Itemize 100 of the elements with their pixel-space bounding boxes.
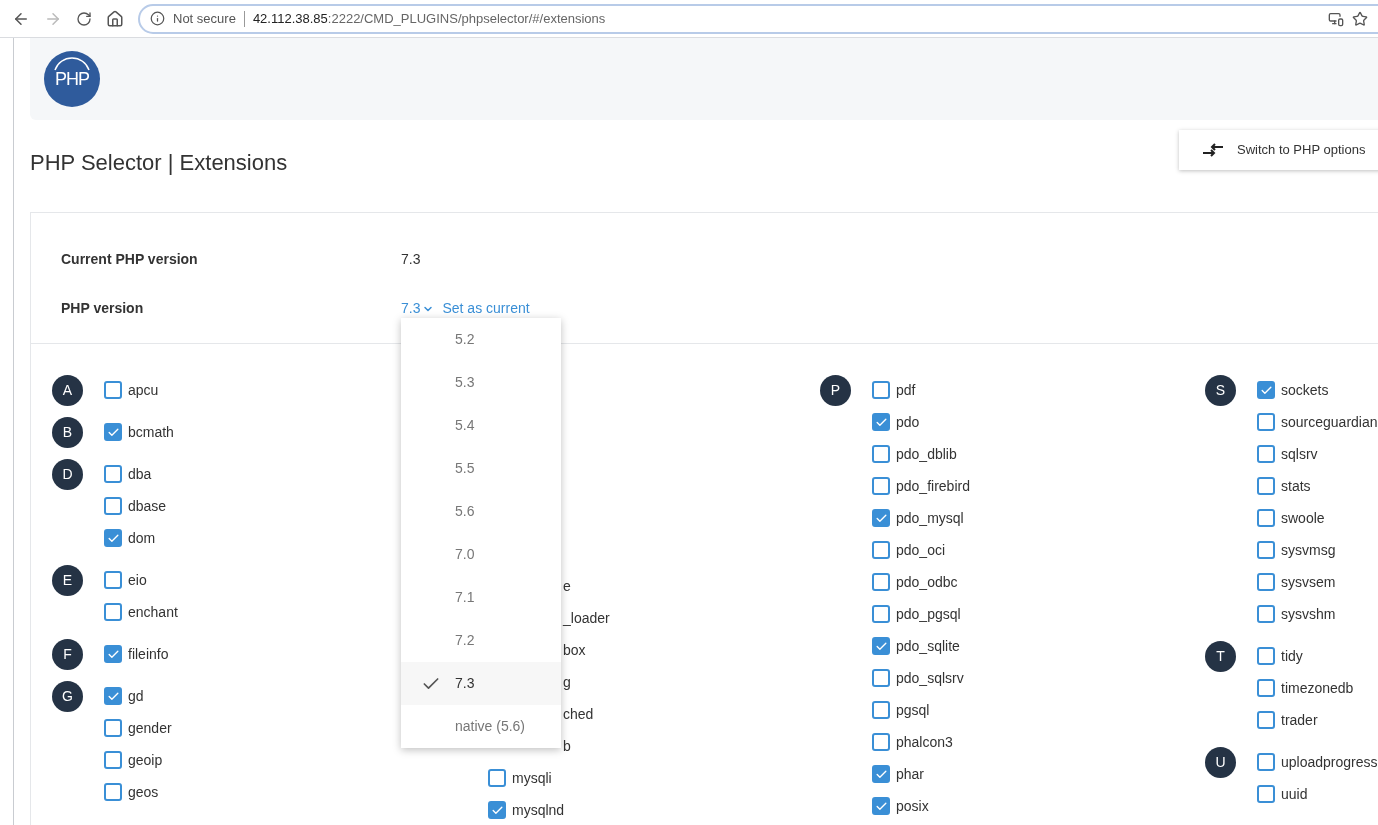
checkbox[interactable] (872, 573, 890, 591)
extension-label: mysqlnd (512, 800, 565, 820)
checkbox[interactable] (1257, 711, 1275, 729)
version-option[interactable]: native (5.6) (401, 705, 561, 748)
extension-label: box (563, 640, 586, 660)
extension-label: sysvsem (1281, 572, 1336, 592)
reload-icon[interactable] (76, 10, 92, 27)
checkbox[interactable] (872, 477, 890, 495)
switch-options-button[interactable]: Switch to PHP options (1179, 130, 1378, 170)
extension-label: bcmath (128, 422, 174, 442)
checkbox[interactable] (104, 381, 122, 399)
checkbox[interactable] (1257, 381, 1275, 399)
page-title: PHP Selector | Extensions (30, 149, 288, 177)
checkbox[interactable] (1257, 605, 1275, 623)
checkbox[interactable] (872, 701, 890, 719)
info-icon (150, 11, 165, 26)
extension-label: pdf (896, 380, 916, 400)
checkbox[interactable] (872, 381, 890, 399)
extension-label: enchant (128, 602, 178, 622)
checkbox[interactable] (104, 529, 122, 547)
version-dropdown[interactable]: 7.3 (401, 298, 435, 319)
checkbox[interactable] (1257, 753, 1275, 771)
checkbox[interactable] (1257, 573, 1275, 591)
checkbox[interactable] (1257, 541, 1275, 559)
extension-label: g (563, 672, 571, 692)
extension-label: phar (896, 764, 925, 784)
current-version-value: 7.3 (401, 250, 421, 269)
checkbox[interactable] (488, 769, 506, 787)
home-icon[interactable] (106, 9, 124, 28)
checkbox[interactable] (872, 637, 890, 655)
checkbox[interactable] (104, 465, 122, 483)
version-option[interactable]: 5.5 (401, 447, 561, 490)
checkbox[interactable] (872, 605, 890, 623)
checkbox[interactable] (488, 801, 506, 819)
extension-label: pdo_sqlite (896, 636, 960, 656)
field-label: Current PHP version (61, 250, 199, 269)
checkbox[interactable] (872, 541, 890, 559)
checkbox[interactable] (872, 445, 890, 463)
checkbox[interactable] (104, 719, 122, 737)
letter-badge: F (52, 639, 83, 670)
checkbox[interactable] (104, 751, 122, 769)
checkbox[interactable] (1257, 647, 1275, 665)
extension-label: posix (896, 796, 929, 816)
extension-label: timezonedb (1281, 678, 1354, 698)
checkbox[interactable] (1257, 785, 1275, 803)
address-bar[interactable]: Not secure 42.112.38.85:2222/CMD_PLUGINS/phpselector/#/extensions (138, 3, 1378, 34)
letter-badge: D (52, 459, 83, 490)
extension-label: sysvmsg (1281, 540, 1336, 560)
extension-label: apcu (128, 380, 159, 400)
bookmark-star-icon[interactable] (1352, 10, 1368, 27)
gauge-icon (52, 57, 92, 71)
checkbox[interactable] (872, 669, 890, 687)
checkbox[interactable] (104, 603, 122, 621)
extension-label: uploadprogress (1281, 752, 1378, 772)
extension-label: dom (128, 528, 156, 548)
checkbox[interactable] (872, 413, 890, 431)
checkbox[interactable] (104, 497, 122, 515)
checkbox[interactable] (872, 509, 890, 527)
checkbox[interactable] (104, 645, 122, 663)
devices-icon[interactable] (1328, 10, 1344, 27)
version-option[interactable]: 5.3 (401, 361, 561, 404)
extension-label: stats (1281, 476, 1311, 496)
version-option[interactable]: 5.6 (401, 490, 561, 533)
letter-badge: G (52, 681, 83, 712)
extension-label: e (563, 576, 571, 596)
checkbox[interactable] (1257, 413, 1275, 431)
php-logo: PHP (44, 51, 100, 107)
checkbox[interactable] (104, 423, 122, 441)
extension-label: eio (128, 570, 147, 590)
version-option[interactable]: 5.4 (401, 404, 561, 447)
letter-badge: B (52, 417, 83, 448)
checkbox[interactable] (872, 797, 890, 815)
extension-label: sysvshm (1281, 604, 1336, 624)
extension-label: geos (128, 782, 159, 802)
checkbox[interactable] (104, 783, 122, 801)
extension-label: sockets (1281, 380, 1329, 400)
version-option[interactable]: 7.0 (401, 533, 561, 576)
extension-label: _loader (563, 608, 610, 628)
set-current-link[interactable]: Set as current (442, 298, 530, 319)
checkbox[interactable] (872, 765, 890, 783)
extension-label: pdo (896, 412, 920, 432)
checkbox[interactable] (1257, 445, 1275, 463)
extension-label: dba (128, 464, 152, 484)
checkbox[interactable] (1257, 509, 1275, 527)
extension-label: phalcon3 (896, 732, 953, 752)
checkbox[interactable] (1257, 477, 1275, 495)
extension-label: ched (563, 704, 594, 724)
extension-label: pdo_mysql (896, 508, 964, 528)
extension-label: tidy (1281, 646, 1303, 666)
checkbox[interactable] (872, 733, 890, 751)
checkbox[interactable] (104, 571, 122, 589)
checkbox[interactable] (1257, 679, 1275, 697)
extension-label: pdo_firebird (896, 476, 970, 496)
swap-arrows-icon (1201, 143, 1225, 157)
letter-badge: E (52, 565, 83, 596)
version-option[interactable]: 5.2 (401, 318, 561, 361)
version-option[interactable]: 7.1 (401, 576, 561, 619)
checkbox[interactable] (104, 687, 122, 705)
version-option[interactable]: 7.3 (401, 662, 561, 705)
version-option[interactable]: 7.2 (401, 619, 561, 662)
